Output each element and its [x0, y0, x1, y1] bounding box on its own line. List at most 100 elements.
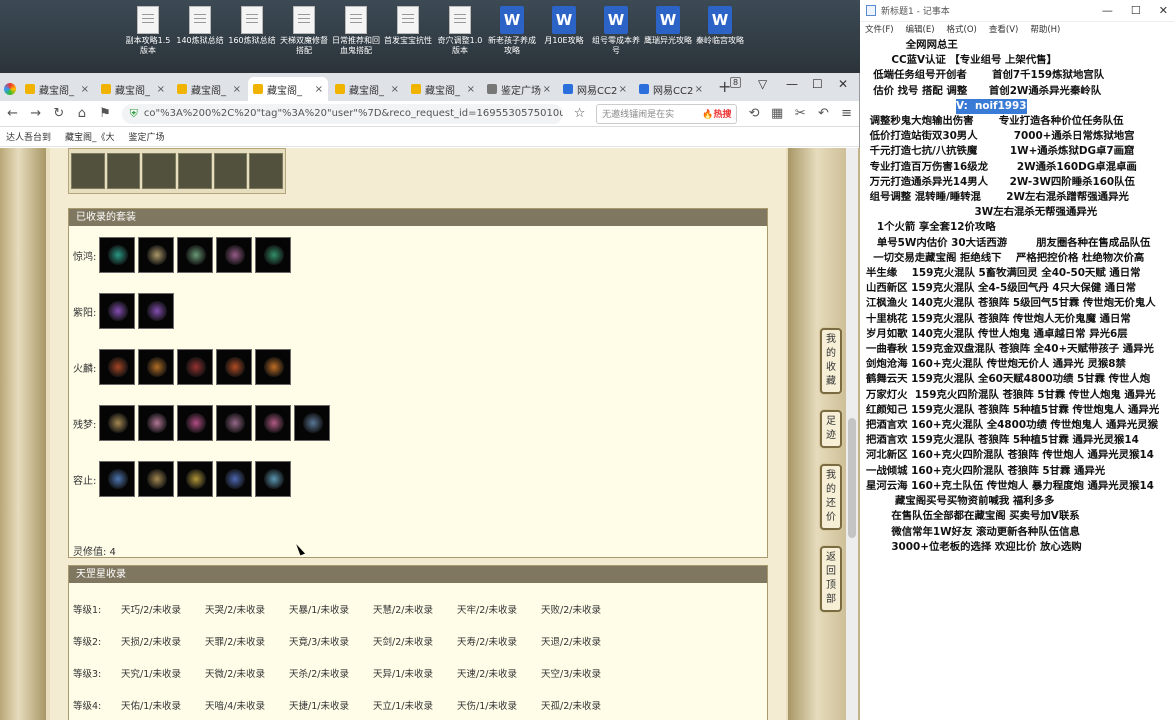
- suit-item-icon[interactable]: [138, 237, 174, 273]
- browser-tab[interactable]: 藏宝阁_ ×: [172, 77, 246, 101]
- desktop-icon[interactable]: 奇穴调整1.0版本: [434, 6, 486, 56]
- browser-tab[interactable]: 藏宝阁_ ×: [248, 77, 328, 101]
- suit-item-icon[interactable]: [216, 461, 252, 497]
- browser-tab[interactable]: 网易CC2 ×: [558, 77, 632, 101]
- grid-cell[interactable]: [71, 153, 105, 189]
- suit-item-icon[interactable]: [255, 405, 291, 441]
- browser-tab[interactable]: 鉴定广场 ×: [482, 77, 556, 101]
- desktop-icon[interactable]: 副本攻略1.5版本: [122, 6, 174, 56]
- desktop-icon[interactable]: 140炼狱总结: [174, 6, 226, 46]
- grid-cell[interactable]: [178, 153, 212, 189]
- notepad-menu-item[interactable]: 编辑(E): [906, 23, 935, 35]
- tab-close-icon[interactable]: ×: [233, 84, 241, 95]
- suit-item-icon[interactable]: [216, 405, 252, 441]
- desktop-icon[interactable]: W 组号零成本养号: [590, 6, 642, 56]
- grid-cell[interactable]: [249, 153, 284, 189]
- search-input[interactable]: 无邀线镭闹是在实 🔥热搜: [596, 103, 738, 124]
- suit-item-icon[interactable]: [138, 405, 174, 441]
- tab-close-icon[interactable]: ×: [315, 84, 323, 95]
- undo-icon[interactable]: ↶: [817, 106, 830, 121]
- bookmark-item[interactable]: 藏宝阁_《大: [65, 130, 115, 143]
- notepad-menu-item[interactable]: 格式(O): [947, 23, 977, 35]
- desktop-icon[interactable]: W 月10E攻略: [538, 6, 590, 46]
- grid-cell[interactable]: [213, 153, 248, 189]
- desktop-icon[interactable]: 首发宝宝抗性: [382, 6, 434, 46]
- sync-icon[interactable]: ⟲: [747, 106, 760, 121]
- notepad-menu-item[interactable]: 查看(V): [989, 23, 1018, 35]
- desktop-icon[interactable]: 天梯双魔修督搭配: [278, 6, 330, 56]
- suit-item-icon[interactable]: [177, 349, 213, 385]
- tiangang-star-cell: 天速/2/未收录: [457, 669, 517, 680]
- tab-close-icon[interactable]: ×: [391, 84, 399, 95]
- desktop-icon[interactable]: 日常推荐和回血鬼搭配: [330, 6, 382, 56]
- suit-item-icon[interactable]: [216, 349, 252, 385]
- notepad-line: 千元打造七抗/八抗铁魔 1W+通杀炼狱DG卓7画窟: [866, 145, 1135, 158]
- suit-item-icon[interactable]: [255, 349, 291, 385]
- browser-logo-icon[interactable]: [0, 77, 20, 101]
- browser-tab[interactable]: 藏宝阁_ ×: [406, 77, 480, 101]
- browser-tab[interactable]: 网易CC2 ×: [634, 77, 708, 101]
- minimize-button[interactable]: —: [786, 77, 798, 91]
- suit-item-icon[interactable]: [99, 349, 135, 385]
- tab-close-icon[interactable]: ×: [157, 84, 165, 95]
- forward-button[interactable]: →: [29, 106, 42, 121]
- vertical-scrollbar[interactable]: [846, 148, 858, 720]
- home-button[interactable]: ⌂: [75, 106, 88, 121]
- notepad-maximize-button[interactable]: ☐: [1131, 4, 1141, 17]
- tab-close-icon[interactable]: ×: [467, 84, 475, 95]
- suit-item-icon[interactable]: [216, 237, 252, 273]
- back-to-top-button[interactable]: 返回顶部: [820, 546, 842, 612]
- tab-count-badge[interactable]: 8: [730, 77, 742, 88]
- hot-search-badge[interactable]: 🔥热搜: [702, 107, 731, 120]
- suit-item-icon[interactable]: [177, 405, 213, 441]
- maximize-button[interactable]: ☐: [812, 77, 823, 91]
- scissors-icon[interactable]: ✂: [794, 106, 807, 121]
- notepad-menu-item[interactable]: 文件(F): [865, 23, 894, 35]
- suit-item-icon[interactable]: [99, 293, 135, 329]
- favorites-icon[interactable]: ⚑: [99, 106, 112, 121]
- close-window-button[interactable]: ✕: [838, 77, 848, 91]
- notepad-text-area[interactable]: 全网网总王 CC蓝V认证 【专业组号 上架代售】 低端任务组号开创者 首创7千1…: [866, 38, 1172, 555]
- suit-item-icon[interactable]: [177, 237, 213, 273]
- suit-item-icon[interactable]: [294, 405, 330, 441]
- tab-close-icon[interactable]: ×: [81, 84, 89, 95]
- grid-icon[interactable]: ▦: [771, 106, 784, 121]
- desktop-icon[interactable]: W 鹰瑞异光攻略: [642, 6, 694, 46]
- notepad-minimize-button[interactable]: —: [1102, 4, 1113, 17]
- grid-cell[interactable]: [106, 153, 141, 189]
- shirt-icon[interactable]: ▽: [758, 77, 767, 91]
- refresh-button[interactable]: ↻: [52, 106, 65, 121]
- desktop-icon[interactable]: W 秦岭临宫攻略: [694, 6, 746, 46]
- suit-item-icon[interactable]: [99, 405, 135, 441]
- tab-close-icon[interactable]: ×: [543, 84, 551, 95]
- address-bar[interactable]: ⛨ co"%3A%200%2C%20"tag"%3A%20"user"%7D&r…: [121, 103, 564, 124]
- suit-item-icon[interactable]: [138, 293, 174, 329]
- suit-item-glyph: [264, 469, 284, 489]
- suit-item-icon[interactable]: [99, 461, 135, 497]
- suit-item-icon[interactable]: [99, 237, 135, 273]
- tab-close-icon[interactable]: ×: [619, 84, 627, 95]
- tab-close-icon[interactable]: ×: [695, 84, 703, 95]
- suit-item-icon[interactable]: [177, 461, 213, 497]
- grid-cell[interactable]: [142, 153, 177, 189]
- my-bargains-button[interactable]: 我的还价: [820, 464, 842, 530]
- suit-item-icon[interactable]: [255, 461, 291, 497]
- browser-tab[interactable]: 藏宝阁_ ×: [20, 77, 94, 101]
- desktop-icon[interactable]: W 新老孩子养成攻略: [486, 6, 538, 56]
- suit-item-icon[interactable]: [138, 349, 174, 385]
- suit-item-icon[interactable]: [138, 461, 174, 497]
- menu-icon[interactable]: ≡: [840, 106, 853, 121]
- my-favorites-button[interactable]: 我的收藏: [820, 328, 842, 394]
- bookmark-item[interactable]: 达人吾台到: [6, 130, 51, 143]
- desktop-icon[interactable]: 160炼狱总结: [226, 6, 278, 46]
- notepad-menu-item[interactable]: 帮助(H): [1030, 23, 1060, 35]
- scrollbar-thumb[interactable]: [848, 418, 856, 538]
- bookmark-item[interactable]: 鉴定广场: [129, 130, 165, 143]
- bookmark-star-button[interactable]: ☆: [573, 106, 586, 121]
- notepad-close-button[interactable]: ✕: [1159, 4, 1168, 17]
- suit-item-icon[interactable]: [255, 237, 291, 273]
- browser-tab[interactable]: 藏宝阁_ ×: [330, 77, 404, 101]
- back-button[interactable]: ←: [6, 106, 19, 121]
- footprint-button[interactable]: 足迹: [820, 410, 842, 448]
- browser-tab[interactable]: 藏宝阁_ ×: [96, 77, 170, 101]
